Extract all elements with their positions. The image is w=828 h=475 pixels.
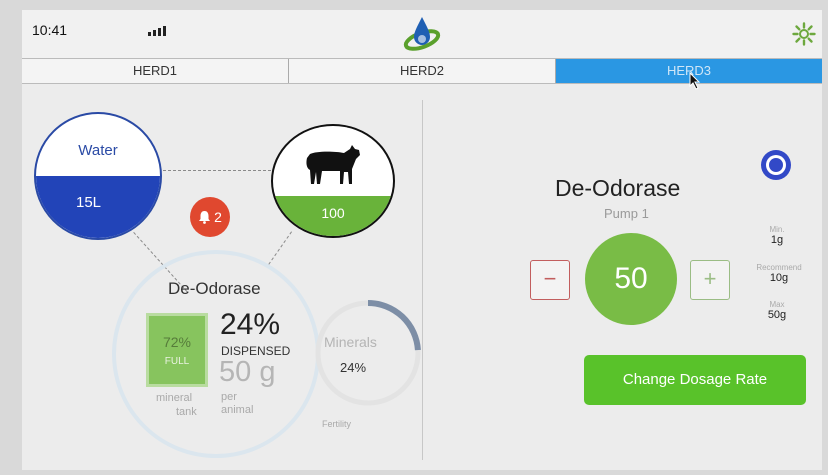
- herd-gauge[interactable]: 100: [271, 124, 395, 238]
- pump-product-title: De-Odorase: [555, 175, 681, 201]
- recommended-label: Recommend: [756, 263, 802, 272]
- minerals-value: 24%: [340, 360, 367, 375]
- mouse-cursor-icon: [689, 72, 701, 90]
- product-name: De-Odorase: [168, 279, 261, 298]
- signal-icon: [148, 26, 166, 36]
- amount-caption-1: per: [221, 391, 237, 403]
- decrease-dose-button[interactable]: −: [530, 260, 570, 300]
- tab-herd2[interactable]: HERD2: [289, 59, 556, 83]
- amount-per-animal: 50 g: [219, 356, 276, 388]
- water-label: Water: [78, 142, 118, 159]
- connector-line: [268, 231, 292, 265]
- clock: 10:41: [32, 22, 68, 38]
- minerals-label: Minerals: [324, 334, 377, 350]
- tank-caption-1: mineral: [156, 392, 193, 404]
- recommended-value: 10g: [769, 272, 789, 284]
- bell-icon: [199, 211, 211, 224]
- change-dosage-rate-button[interactable]: Change Dosage Rate: [584, 355, 806, 405]
- herd-value: 100: [321, 205, 345, 221]
- pump-subtitle: Pump 1: [604, 206, 649, 221]
- max-label: Max: [769, 300, 785, 309]
- gear-icon[interactable]: [792, 22, 816, 46]
- tab-herd1[interactable]: HERD1: [22, 59, 289, 83]
- recommended-limit: Recommend 10g: [747, 263, 811, 285]
- connector-line: [158, 170, 271, 171]
- tank-status: FULL: [164, 356, 190, 367]
- cow-icon: [306, 145, 360, 184]
- app-screen: 10:41 HERD1 HERD2 HERD3 Water 15L 100 2 …: [22, 10, 822, 470]
- tank-caption-2: tank: [176, 406, 197, 418]
- minerals-footer: Fertility: [322, 419, 351, 429]
- water-drop-logo-icon: [403, 17, 441, 51]
- amount-caption-2: animal: [221, 404, 254, 416]
- minerals-gauge[interactable]: [308, 293, 428, 413]
- min-value: 1g: [770, 234, 784, 246]
- target-icon[interactable]: [759, 148, 793, 182]
- herd-tabs: HERD1 HERD2 HERD3: [22, 58, 822, 84]
- max-limit: Max 50g: [747, 300, 807, 322]
- dose-value: 50: [585, 233, 677, 325]
- increase-dose-button[interactable]: +: [690, 260, 730, 300]
- alert-count: 2: [214, 209, 222, 225]
- water-gauge[interactable]: Water 15L: [34, 112, 162, 240]
- status-bar: 10:41: [22, 10, 822, 58]
- mineral-tank-gauge[interactable]: 72% FULL: [146, 313, 208, 387]
- alert-badge[interactable]: 2: [190, 197, 230, 237]
- max-value: 50g: [767, 309, 787, 321]
- water-value: 15L: [76, 194, 102, 211]
- min-label: Min.: [769, 225, 785, 234]
- min-limit: Min. 1g: [747, 225, 807, 247]
- tank-percent: 72%: [162, 334, 192, 350]
- dispensed-percent: 24%: [220, 308, 281, 341]
